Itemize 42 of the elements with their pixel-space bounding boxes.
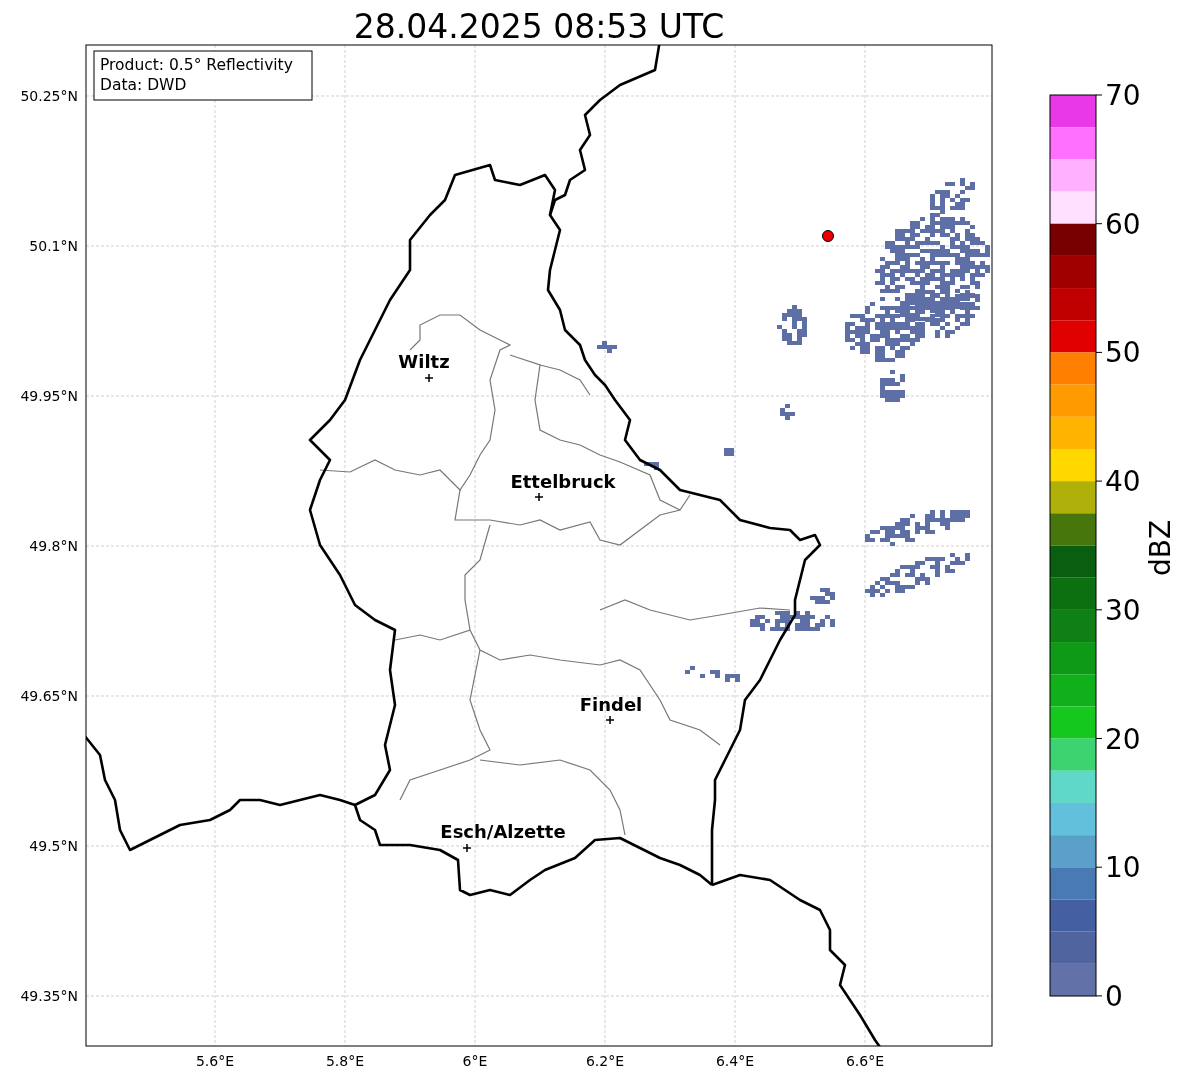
city-marker [424, 373, 434, 383]
radar-echo [777, 305, 807, 345]
city-marker [462, 843, 472, 853]
longitude-label: 6.6°E [845, 1053, 885, 1069]
longitude-label: 6.4°E [715, 1053, 755, 1069]
longitude-label: 5.8°E [325, 1053, 365, 1069]
radar-echo [685, 666, 740, 682]
latitude-label: 49.35°N [20, 988, 78, 1004]
info-text: Data: DWD [100, 76, 187, 94]
latitude-label: 49.65°N [20, 688, 78, 704]
latitude-label: 49.8°N [29, 538, 78, 554]
colorbar-tick-label: 30 [1105, 593, 1141, 627]
colorbar-tick-label: 0 [1105, 979, 1123, 1013]
city-label: Findel [579, 694, 643, 715]
city-label: Wiltz [398, 351, 450, 372]
latitude-label: 50.1°N [29, 238, 78, 254]
radar-echo [724, 448, 734, 456]
latitude-label: 50.25°N [20, 88, 78, 104]
city-label: Ettelbruck [510, 471, 616, 492]
city-marker [534, 492, 544, 502]
city-label: Esch/Alzette [440, 821, 566, 842]
latitude-label: 49.95°N [20, 388, 78, 404]
colorbar-tick-label: 40 [1105, 465, 1141, 499]
colorbar-tick-label: 70 [1105, 79, 1141, 112]
longitude-label: 6.2°E [585, 1053, 625, 1069]
colorbar-tick-label: 60 [1105, 207, 1141, 241]
longitude-label: 5.6°E [195, 1053, 235, 1069]
city-marker [605, 715, 615, 725]
longitude-label: 6°E [462, 1053, 488, 1069]
colorbar-label: dBZ [1144, 519, 1177, 577]
colorbar-tick-label: 10 [1105, 851, 1141, 885]
info-text: Product: 0.5° Reflectivity [100, 56, 293, 74]
radar-echo [644, 462, 659, 470]
colorbar-tick-label: 50 [1105, 336, 1141, 370]
radar-site-marker [822, 230, 834, 242]
radar-echo [597, 341, 617, 353]
colorbar-tick-label: 20 [1105, 722, 1141, 756]
radar-echo [810, 588, 835, 604]
chart-title: 28.04.2025 08:53 UTC [353, 7, 725, 46]
radar-echo [780, 404, 795, 420]
radar-echo [880, 370, 905, 402]
latitude-label: 49.5°N [29, 838, 78, 854]
